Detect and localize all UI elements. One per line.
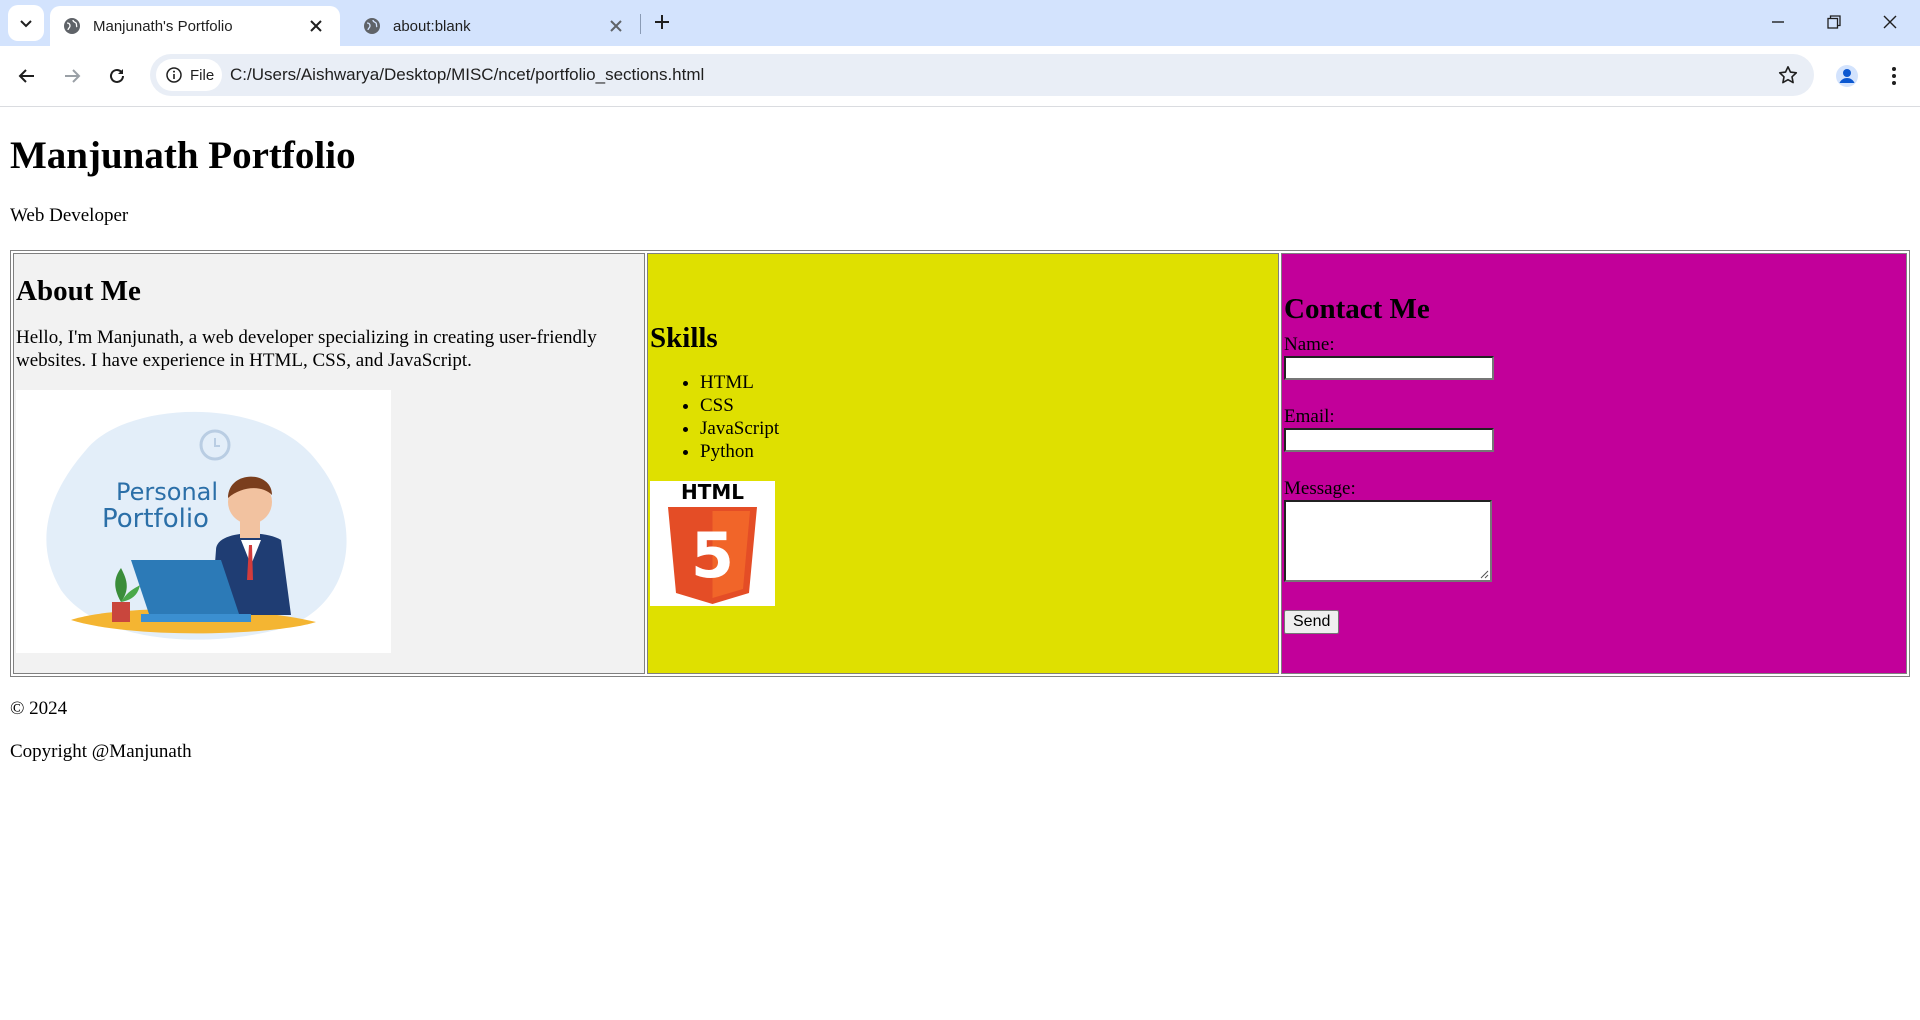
bookmark-button[interactable]	[1776, 63, 1800, 87]
skill-item: HTML	[700, 371, 1276, 394]
page-title: Manjunath Portfolio	[10, 134, 356, 177]
chevron-down-icon	[20, 20, 32, 28]
site-chip-label: File	[190, 66, 215, 84]
reload-button[interactable]	[101, 60, 133, 92]
html5-logo: HTML 5	[650, 480, 775, 606]
reload-icon	[110, 68, 124, 83]
tab-about-blank[interactable]: about:blank	[350, 6, 640, 46]
url-text[interactable]: C:/Users/Aishwarya/Desktop/MISC/ncet/por…	[230, 65, 704, 85]
close-icon	[1883, 15, 1897, 29]
skill-item: Python	[700, 440, 1276, 463]
profile-button[interactable]	[1831, 60, 1863, 92]
back-button[interactable]	[11, 60, 43, 92]
globe-icon	[64, 18, 80, 34]
browser-toolbar: File C:/Users/Aishwarya/Desktop/MISC/nce…	[0, 46, 1920, 107]
globe-icon	[364, 18, 380, 34]
resize-grip-icon[interactable]	[1480, 570, 1489, 579]
message-label: Message:	[1284, 478, 1356, 499]
minimize-icon	[1772, 21, 1784, 23]
new-tab-button[interactable]	[650, 8, 674, 36]
skill-item: CSS	[700, 394, 1276, 417]
illustration-text-2: Portfolio	[102, 504, 209, 534]
skills-section: Skills HTML CSS JavaScript Python HTML 5	[647, 253, 1279, 674]
more-vert-icon	[1892, 67, 1896, 85]
email-label: Email:	[1284, 406, 1335, 427]
illustration-text-1: Personal	[116, 478, 218, 506]
skills-heading: Skills	[650, 321, 718, 354]
browser-menu-button[interactable]	[1878, 60, 1910, 92]
about-text: Hello, I'm Manjunath, a web developer sp…	[16, 326, 597, 371]
close-tab-icon[interactable]	[604, 14, 628, 38]
about-heading: About Me	[16, 274, 141, 307]
footer-copyright: Copyright @Manjunath	[10, 741, 192, 762]
personal-portfolio-illustration: Personal Portfolio	[16, 389, 391, 653]
skill-item: JavaScript	[700, 417, 1276, 440]
skills-list: HTML CSS JavaScript Python	[650, 371, 1276, 463]
contact-heading: Contact Me	[1284, 293, 1430, 325]
forward-button[interactable]	[56, 60, 88, 92]
tab-strip: Manjunath's Portfolio about:blank	[0, 0, 1920, 46]
tab-portfolio[interactable]: Manjunath's Portfolio	[50, 6, 340, 46]
close-window-button[interactable]	[1862, 0, 1918, 44]
name-input[interactable]	[1284, 356, 1494, 380]
contact-section: Contact Me Name: Email: Message: Send	[1281, 253, 1907, 674]
restore-button[interactable]	[1806, 0, 1862, 44]
sections-table: About Me Hello, I'm Manjunath, a web dev…	[10, 250, 1910, 677]
minimize-button[interactable]	[1750, 0, 1806, 44]
arrow-left-icon	[18, 69, 34, 83]
page-subtitle: Web Developer	[10, 205, 129, 226]
site-info-chip[interactable]: File	[156, 59, 222, 91]
message-textarea[interactable]	[1284, 500, 1492, 582]
about-section: About Me Hello, I'm Manjunath, a web dev…	[13, 253, 645, 674]
tab-title: Manjunath's Portfolio	[93, 17, 233, 35]
tab-separator	[640, 14, 641, 34]
star-icon	[1778, 66, 1798, 84]
arrow-right-icon	[65, 69, 81, 83]
tab-search-button[interactable]	[8, 5, 44, 41]
html5-logo-text: HTML	[681, 481, 744, 504]
name-label: Name:	[1284, 334, 1335, 355]
info-icon	[166, 67, 182, 83]
restore-icon	[1827, 15, 1841, 29]
tab-title: about:blank	[393, 17, 471, 35]
avatar-icon	[1836, 65, 1858, 87]
email-input[interactable]	[1284, 428, 1494, 452]
send-button[interactable]: Send	[1284, 610, 1340, 634]
plus-icon	[655, 15, 669, 29]
address-bar[interactable]: File C:/Users/Aishwarya/Desktop/MISC/nce…	[150, 54, 1814, 96]
footer-year: © 2024	[10, 698, 68, 719]
html5-logo-digit: 5	[691, 519, 734, 592]
close-tab-icon[interactable]	[304, 14, 328, 38]
